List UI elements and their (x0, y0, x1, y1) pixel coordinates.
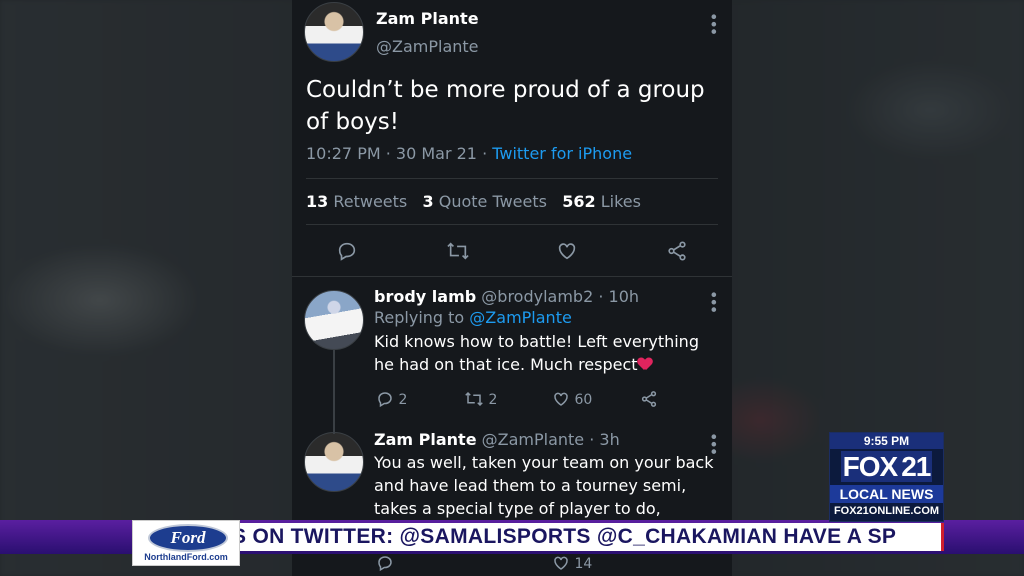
reply-author-name[interactable]: Zam Plante (374, 430, 477, 449)
bottom-actions-strip: 14 (292, 554, 732, 576)
author-handle[interactable]: @ZamPlante (376, 37, 479, 56)
reply-avatar[interactable] (304, 290, 364, 350)
quotes-label: Quote Tweets (433, 192, 547, 211)
retweets-stat[interactable]: 13 Retweets (306, 192, 407, 211)
ford-logo-icon: Ford (148, 524, 228, 552)
share-icon[interactable] (640, 390, 658, 408)
divider (292, 276, 732, 277)
tweet-text: Couldn’t be more proud of a group of boy… (306, 77, 705, 135)
share-icon[interactable] (666, 240, 688, 267)
tweet-card: Zam Plante @ZamPlante ••• Couldn’t be mo… (292, 0, 732, 576)
retweet-icon[interactable] (446, 240, 470, 267)
reply-text: Kid knows how to battle! Left everything… (374, 330, 714, 376)
replying-to: Replying to @ZamPlante (374, 308, 789, 327)
background-left (0, 0, 292, 576)
reply-avatar[interactable] (304, 432, 364, 492)
thread-line (333, 350, 335, 434)
author-avatar[interactable] (304, 2, 364, 62)
more-options-icon[interactable]: ••• (704, 432, 723, 454)
reply-author-name[interactable]: brody lamb (374, 287, 476, 306)
replying-prefix: Replying to (374, 308, 470, 327)
author-name[interactable]: Zam Plante (376, 9, 479, 28)
station-channel: 21 (899, 451, 933, 482)
divider (306, 178, 718, 179)
replying-to-link[interactable]: @ZamPlante (469, 308, 572, 327)
likes-count: 562 (562, 192, 596, 211)
sponsor-logo: Ford NorthlandFord.com (132, 520, 240, 566)
station-name: FOX (840, 451, 900, 482)
like-count[interactable]: 14 (552, 554, 592, 572)
tweet-timestamp: 10:27 PM · 30 Mar 21 · (306, 144, 493, 163)
likes-stat[interactable]: 562 Likes (562, 192, 641, 211)
red-heart-emoji-icon (638, 358, 652, 370)
retweets-label: Retweets (328, 192, 408, 211)
more-options-icon[interactable]: ••• (704, 290, 723, 312)
reply-count[interactable]: 2 (376, 390, 407, 408)
ticker-accent (941, 523, 944, 551)
station-logo: FOX 21 (830, 451, 943, 483)
news-ticker: S ON TWITTER: @SAMALISPORTS @C_CHAKAMIAN… (238, 523, 943, 551)
retweets-count: 13 (306, 192, 329, 211)
station-bug: 9:55 PM FOX 21 LOCAL NEWS FOX21ONLINE.COM (829, 432, 944, 522)
quotes-stat[interactable]: 3 Quote Tweets (423, 192, 547, 211)
ticker-text: S ON TWITTER: @SAMALISPORTS @C_CHAKAMIAN… (238, 525, 897, 548)
reply-icon[interactable] (376, 554, 394, 576)
quotes-count: 3 (422, 192, 434, 211)
more-options-icon[interactable]: ••• (704, 12, 723, 34)
reply-author-handle[interactable]: @ZamPlante · 3h (482, 430, 620, 449)
likes-label: Likes (595, 192, 641, 211)
tweet-meta: 10:27 PM · 30 Mar 21 · Twitter for iPhon… (306, 144, 632, 163)
station-website: FOX21ONLINE.COM (833, 505, 940, 517)
reply-item: brody lamb @brodylamb2 · 10h Replying to… (374, 287, 789, 376)
divider (306, 224, 718, 225)
like-icon[interactable] (556, 240, 578, 267)
local-news-label: LOCAL NEWS (830, 485, 943, 503)
tweet-source-link[interactable]: Twitter for iPhone (492, 144, 632, 163)
broadcast-time: 9:55 PM (830, 433, 943, 449)
retweet-count[interactable]: 2 (464, 390, 497, 408)
reply-icon[interactable] (336, 240, 358, 267)
like-count[interactable]: 60 (552, 390, 592, 408)
tweet-stats: 13 Retweets 3 Quote Tweets 562 Likes (306, 192, 641, 211)
sponsor-site: NorthlandFord.com (144, 552, 228, 562)
reply-author-handle[interactable]: @brodylamb2 · 10h (481, 287, 639, 306)
